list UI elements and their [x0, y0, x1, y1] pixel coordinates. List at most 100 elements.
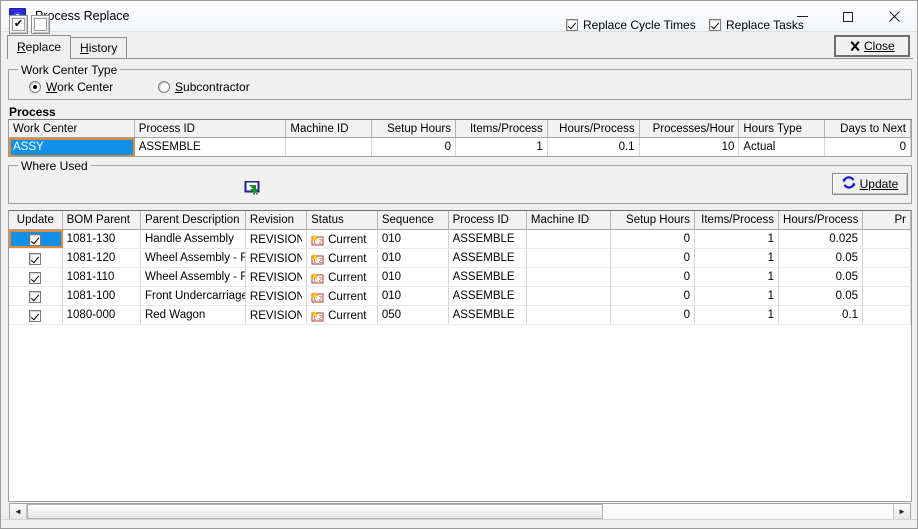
row-items-process[interactable]: 1 [695, 230, 780, 248]
row-status[interactable]: 1.2 Current [307, 230, 378, 248]
row-sequence[interactable]: 050 [378, 306, 449, 324]
process-header-work_center[interactable]: Work Center [9, 120, 135, 137]
row-setup-hours[interactable]: 0 [611, 287, 695, 305]
row-update-checkbox[interactable] [9, 230, 63, 248]
process-header-process_id[interactable]: Process ID [135, 120, 287, 137]
row-hours-process[interactable]: 0.025 [779, 230, 864, 248]
grid-header-hours_process[interactable]: Hours/Process [779, 211, 864, 229]
scrollbar-track[interactable] [27, 504, 893, 519]
grid-header-parent_description[interactable]: Parent Description [141, 211, 246, 229]
row-machine-id[interactable] [527, 230, 611, 248]
grid-header-status[interactable]: Status [307, 211, 378, 229]
row-revision[interactable]: REVISION-01 [246, 268, 308, 286]
row-hours-process[interactable]: 0.1 [779, 306, 864, 324]
horizontal-scrollbar[interactable]: ◄ ► [9, 503, 911, 520]
row-setup-hours[interactable]: 0 [611, 230, 695, 248]
row-machine-id[interactable] [527, 268, 611, 286]
row-setup-hours[interactable]: 0 [611, 268, 695, 286]
row-hours-process[interactable]: 0.05 [779, 287, 864, 305]
row-process-id[interactable]: ASSEMBLE [449, 268, 527, 286]
grid-header-machine_id[interactable]: Machine ID [527, 211, 611, 229]
row-items-process[interactable]: 1 [695, 287, 780, 305]
row-process-id[interactable]: ASSEMBLE [449, 249, 527, 267]
row-update-checkbox[interactable] [9, 268, 63, 286]
row-revision[interactable]: REVISION-01 [246, 306, 308, 324]
row-machine-id[interactable] [527, 306, 611, 324]
row-items-process[interactable]: 1 [695, 306, 780, 324]
scroll-left-arrow-icon[interactable]: ◄ [10, 504, 27, 519]
tab-replace[interactable]: Replace [7, 35, 72, 59]
process-header-hours_process[interactable]: Hours/Process [548, 120, 640, 137]
row-parent-description[interactable]: Red Wagon [141, 306, 246, 324]
row-bom-parent[interactable]: 1081-110 [63, 268, 141, 286]
process-header-items_process[interactable]: Items/Process [456, 120, 548, 137]
process-cell-hours_type[interactable]: Actual [739, 138, 826, 156]
grid-header-process_id[interactable]: Process ID [449, 211, 527, 229]
process-header-hours_type[interactable]: Hours Type [739, 120, 826, 137]
grid-header-pr_truncated[interactable]: Pr [863, 211, 911, 229]
grid-header-bom_parent[interactable]: BOM Parent [63, 211, 141, 229]
row-machine-id[interactable] [527, 287, 611, 305]
row-revision[interactable]: REVISION-01 [246, 287, 308, 305]
process-grid-row[interactable]: ASSY ASSEMBLE 0 1 0.1 10 Actual 0 [9, 138, 911, 156]
table-row[interactable]: 1081-120Wheel Assembly - RearREVISION-01… [9, 249, 911, 268]
row-revision[interactable]: REVISION-01 [246, 230, 308, 248]
process-cell-hours_process[interactable]: 0.1 [548, 138, 640, 156]
tab-history[interactable]: History [70, 37, 128, 59]
row-status[interactable]: 1.2 Current [307, 268, 378, 286]
row-pr-truncated[interactable] [863, 306, 911, 324]
row-parent-description[interactable]: Handle Assembly [141, 230, 246, 248]
row-parent-description[interactable]: Front Undercarriage Assembly [141, 287, 246, 305]
process-header-machine_id[interactable]: Machine ID [286, 120, 373, 137]
close-button[interactable]: ✕ Close [835, 36, 909, 56]
row-machine-id[interactable] [527, 249, 611, 267]
grid-header-setup_hours[interactable]: Setup Hours [611, 211, 695, 229]
process-cell-setup_hours[interactable]: 0 [372, 138, 456, 156]
select-all-toggle[interactable]: ✔ [9, 15, 28, 34]
row-status[interactable]: 1.2 Current [307, 306, 378, 324]
process-cell-process_id[interactable]: ASSEMBLE [135, 138, 287, 156]
row-process-id[interactable]: ASSEMBLE [449, 287, 527, 305]
row-parent-description[interactable]: Wheel Assembly - Rear [141, 249, 246, 267]
row-bom-parent[interactable]: 1080-000 [63, 306, 141, 324]
table-row[interactable]: 1081-130Handle AssemblyREVISION-01 1.2 Cur… [9, 230, 911, 249]
row-pr-truncated[interactable] [863, 268, 911, 286]
grid-header-sequence[interactable]: Sequence [378, 211, 449, 229]
process-cell-items_process[interactable]: 1 [456, 138, 548, 156]
radio-work-center[interactable]: Work Center [29, 80, 113, 94]
row-setup-hours[interactable]: 0 [611, 249, 695, 267]
checkbox-replace-tasks[interactable]: Replace Tasks [709, 18, 804, 32]
process-cell-days_to_next[interactable]: 0 [825, 138, 911, 156]
process-grid[interactable]: Work Center Process ID Machine ID Setup Hou… [8, 119, 912, 157]
process-cell-work_center[interactable]: ASSY [9, 138, 135, 156]
process-cell-processes_hour[interactable]: 10 [640, 138, 740, 156]
table-row[interactable]: 1081-110Wheel Assembly - FrontREVISION-0… [9, 268, 911, 287]
scrollbar-thumb[interactable] [27, 504, 603, 519]
row-parent-description[interactable]: Wheel Assembly - Front [141, 268, 246, 286]
where-used-grid[interactable]: Update BOM Parent Parent Description Revisi… [8, 210, 912, 502]
radio-subcontractor[interactable]: Subcontractor [158, 80, 250, 94]
process-header-days_to_next[interactable]: Days to Next [825, 120, 911, 137]
row-process-id[interactable]: ASSEMBLE [449, 306, 527, 324]
update-button[interactable]: Update [832, 173, 908, 195]
table-row[interactable]: 1081-100Front Undercarriage AssemblyREVI… [9, 287, 911, 306]
scroll-right-arrow-icon[interactable]: ► [893, 504, 910, 519]
row-setup-hours[interactable]: 0 [611, 306, 695, 324]
row-sequence[interactable]: 010 [378, 230, 449, 248]
process-header-setup_hours[interactable]: Setup Hours [372, 120, 456, 137]
table-row[interactable]: 1080-000Red WagonREVISION-01 1.2 Current 05… [9, 306, 911, 325]
row-pr-truncated[interactable] [863, 249, 911, 267]
row-hours-process[interactable]: 0.05 [779, 249, 864, 267]
process-header-processes_hour[interactable]: Processes/Hour [640, 120, 740, 137]
row-bom-parent[interactable]: 1081-130 [63, 230, 141, 248]
checkbox-replace-cycle-times[interactable]: Replace Cycle Times [566, 18, 696, 32]
select-none-toggle[interactable] [31, 15, 50, 34]
row-sequence[interactable]: 010 [378, 287, 449, 305]
export-to-excel-icon[interactable] [244, 180, 262, 197]
grid-header-items_process[interactable]: Items/Process [695, 211, 780, 229]
row-update-checkbox[interactable] [9, 306, 63, 324]
row-revision[interactable]: REVISION-01 [246, 249, 308, 267]
process-cell-machine_id[interactable] [286, 138, 373, 156]
grid-header-revision[interactable]: Revision [246, 211, 308, 229]
row-bom-parent[interactable]: 1081-120 [63, 249, 141, 267]
